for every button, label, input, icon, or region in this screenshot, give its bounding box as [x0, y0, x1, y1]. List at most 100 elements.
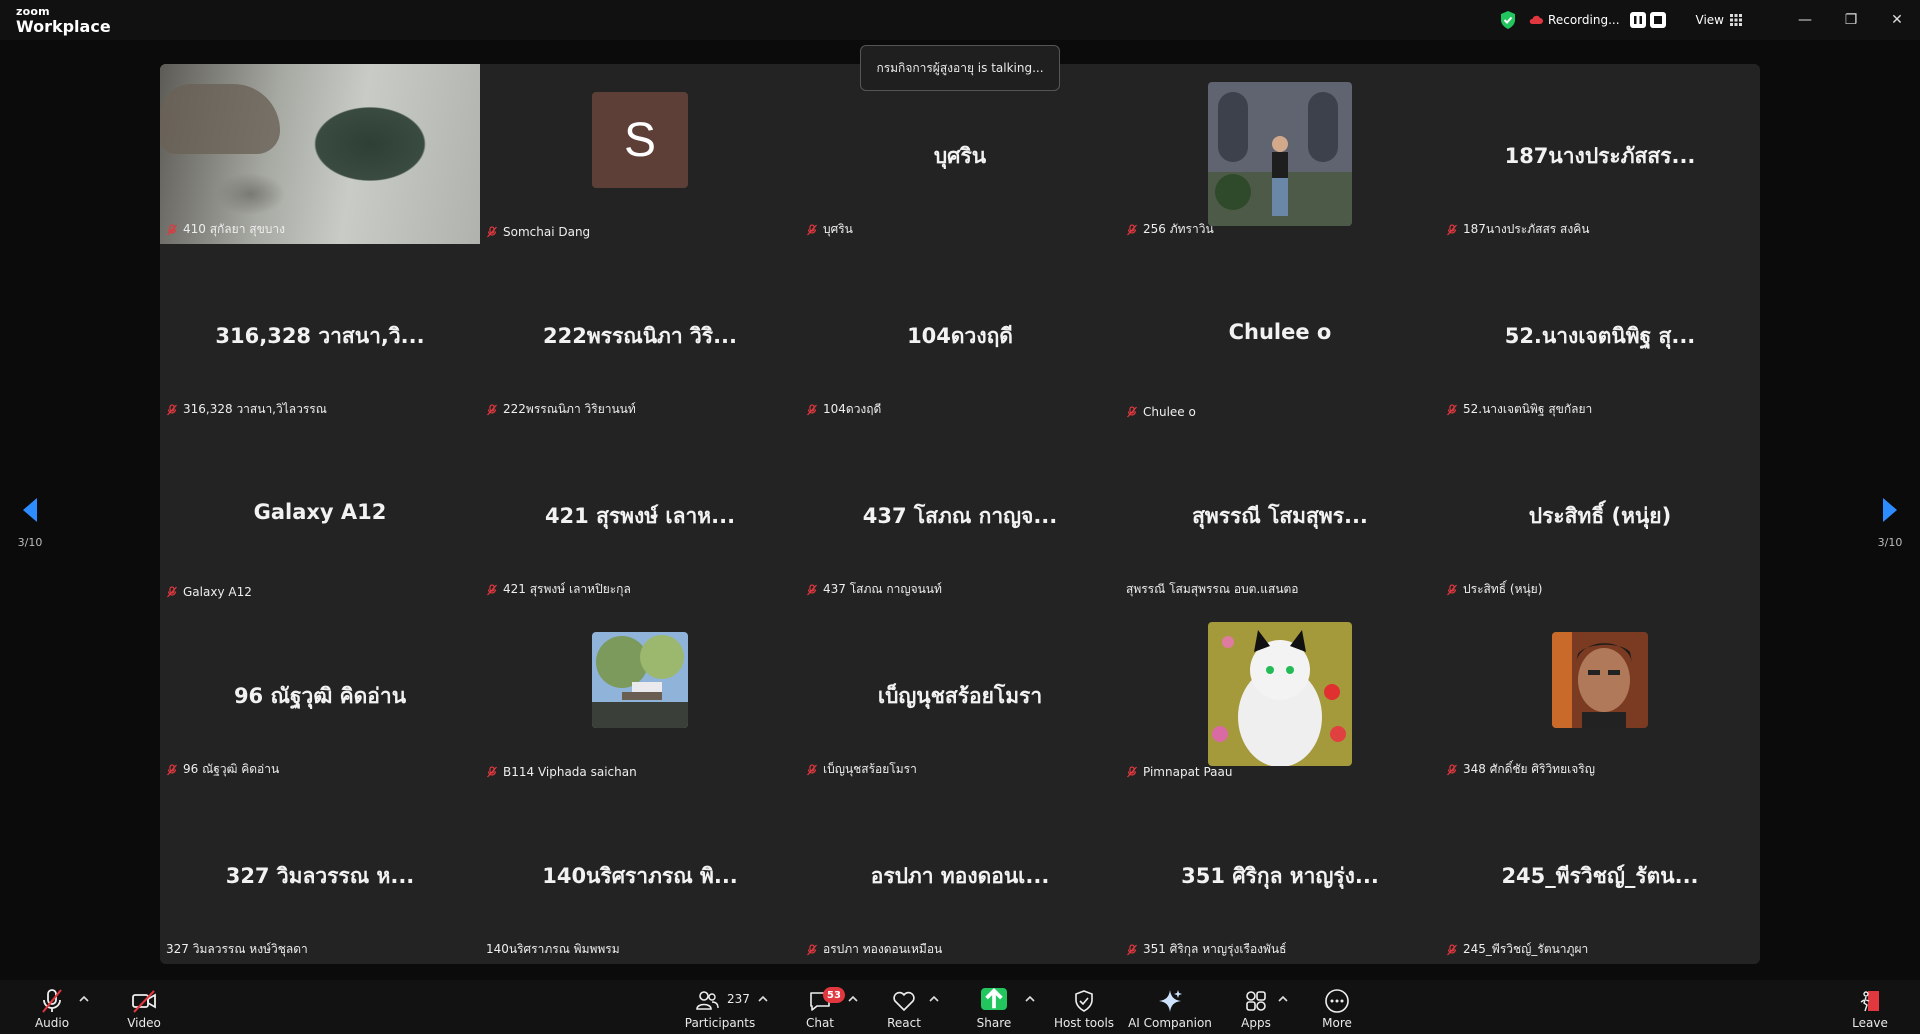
participant-tile[interactable]: Pimnapat Paau: [1120, 604, 1440, 784]
participant-display-name: 316,328 วาสนา,วิ...: [215, 324, 425, 348]
participants-options-caret-icon[interactable]: [757, 994, 769, 1004]
participant-name-label: 96 ณัฐวุฒิ คิดอ่าน: [166, 760, 279, 779]
recording-indicator[interactable]: Recording...: [1529, 12, 1666, 28]
apps-options-caret-icon[interactable]: [1277, 994, 1289, 1004]
cloud-recording-icon: [1529, 15, 1544, 24]
participant-name-label: 52.นางเจตนิพิฐ สุขกัลยา: [1446, 400, 1592, 419]
participant-display-name: 222พรรณนิภา วิริ...: [542, 324, 738, 348]
participant-tile[interactable]: 245_พีรวิชญ์_รัตน... 245_พีรวิชญ์_รัตนาภู…: [1440, 784, 1760, 964]
participant-tile[interactable]: 316,328 วาสนา,วิ... 316,328 วาสนา,วิไลวรร…: [160, 244, 480, 424]
participant-tile[interactable]: เบ็ญนุชสร้อยโมรา เบ็ญนุชสร้อยโมรา: [800, 604, 1120, 784]
mic-muted-icon: [1447, 223, 1457, 235]
participant-name: 327 วิมลวรรณ หงษ์วิชุลดา: [166, 942, 308, 956]
participant-name: 104ดวงฤดี: [823, 402, 882, 416]
restore-button[interactable]: ❐: [1828, 0, 1874, 40]
participant-name-label: 421 สุรพงษ์ เลาหปิยะกุล: [486, 580, 631, 599]
mic-muted-icon: [167, 223, 177, 235]
arrow-right-icon[interactable]: [1881, 496, 1899, 524]
participant-name-label: 222พรรณนิภา วิริยานนท์: [486, 400, 636, 419]
participant-tile[interactable]: บุศริน บุศริน: [800, 64, 1120, 244]
participant-tile[interactable]: 327 วิมลวรรณ ห... 327 วิมลวรรณ หงษ์วิชุลด…: [160, 784, 480, 964]
ai-companion-button[interactable]: AI Companion: [1122, 988, 1218, 1034]
participant-tile[interactable]: 187นางประภัสสร... 187นางประภัสสร สงคิน: [1440, 64, 1760, 244]
participant-tile[interactable]: 256 ภัทราวิน: [1120, 64, 1440, 244]
participant-display-name: เบ็ญนุชสร้อยโมรา: [877, 684, 1043, 708]
participants-button[interactable]: Participants: [670, 988, 770, 1034]
participant-name: 410 สุกัลยา สุขบาง: [183, 222, 285, 236]
stop-icon: [1653, 16, 1662, 24]
mic-muted-icon: [807, 763, 817, 775]
participant-tile[interactable]: B114 Viphada saichan: [480, 604, 800, 784]
share-button[interactable]: Share: [954, 988, 1034, 1034]
participant-name-label: Somchai Dang: [486, 225, 590, 239]
participant-tile[interactable]: 410 สุกัลยา สุขบาง: [160, 64, 480, 244]
shield-icon[interactable]: [1499, 10, 1517, 30]
close-button[interactable]: ✕: [1874, 0, 1920, 40]
participant-name-label: 256 ภัทราวิน: [1126, 220, 1214, 239]
participant-name: เบ็ญนุชสร้อยโมรา: [823, 762, 917, 776]
participant-name-label: 437 โสภณ กาญจนนท์: [806, 580, 942, 599]
view-button[interactable]: View: [1696, 13, 1742, 27]
react-options-caret-icon[interactable]: [928, 994, 940, 1004]
participant-tile[interactable]: ประสิทธิ์ (หนุ่ย) ประสิทธิ์ (หนุ่ย): [1440, 424, 1760, 604]
leave-button[interactable]: Leave: [1830, 988, 1910, 1034]
participant-name-label: 187นางประภัสสร สงคิน: [1446, 220, 1589, 239]
participant-tile[interactable]: 437 โสภณ กาญจ... 437 โสภณ กาญจนนท์: [800, 424, 1120, 604]
participants-icon: [696, 991, 719, 1010]
mic-muted-icon: [487, 226, 497, 238]
participant-name-label: บุศริน: [806, 220, 853, 239]
participant-tile[interactable]: Galaxy A12 Galaxy A12: [160, 424, 480, 604]
participant-tile[interactable]: S Somchai Dang: [480, 64, 800, 244]
participant-tile[interactable]: 351 ศิริกุล หาญรุ่ง... 351 ศิริกุล หาญรุ่…: [1120, 784, 1440, 964]
participant-tile[interactable]: สุพรรณี โสมสุพร... สุพรรณี โสมสุพรรณ อบต.…: [1120, 424, 1440, 604]
grid-icon: [1730, 14, 1742, 26]
participant-name: 437 โสภณ กาญจนนท์: [823, 582, 942, 596]
chat-unread-badge: 53: [823, 987, 845, 1003]
prev-page-nav[interactable]: 3/10: [5, 496, 55, 549]
participant-tile[interactable]: Chulee o Chulee o: [1120, 244, 1440, 424]
stop-recording-button[interactable]: [1649, 12, 1666, 28]
host-tools-button[interactable]: Host tools: [1044, 988, 1124, 1034]
participant-display-name: 245_พีรวิชญ์_รัตน...: [1501, 864, 1699, 888]
participant-profile-photo: [1552, 632, 1648, 728]
title-bar: zoom Workplace Recording... View — ❐ ✕: [0, 0, 1920, 40]
recording-label: Recording...: [1548, 13, 1620, 27]
minimize-button[interactable]: —: [1782, 0, 1828, 40]
more-button[interactable]: More: [1297, 988, 1377, 1034]
pause-icon: [1633, 16, 1642, 24]
participant-name-label: 316,328 วาสนา,วิไลวรรณ: [166, 400, 327, 419]
share-options-caret-icon[interactable]: [1024, 994, 1036, 1004]
audio-options-caret-icon[interactable]: [78, 994, 90, 1004]
participant-tile[interactable]: 52.นางเจตนิพิฐ สุ... 52.นางเจตนิพิฐ สุขกั…: [1440, 244, 1760, 424]
participant-tile[interactable]: 104ดวงฤดี 104ดวงฤดี: [800, 244, 1120, 424]
arrow-left-icon[interactable]: [21, 496, 39, 524]
participant-name-label: B114 Viphada saichan: [486, 765, 637, 779]
ai-companion-label: AI Companion: [1128, 1016, 1212, 1030]
participant-name: 140นริศราภรณ พิมพพรม: [486, 942, 620, 956]
participant-display-name: 96 ณัฐวุฒิ คิดอ่าน: [233, 684, 407, 708]
participant-tile[interactable]: 222พรรณนิภา วิริ... 222พรรณนิภา วิริยานนท…: [480, 244, 800, 424]
participant-tile[interactable]: 140นริศราภรณ พิ... 140นริศราภรณ พิมพพรม: [480, 784, 800, 964]
participant-name: 256 ภัทราวิน: [1143, 222, 1214, 236]
video-button[interactable]: Video: [104, 988, 184, 1034]
mic-muted-icon: [807, 223, 817, 235]
pause-recording-button[interactable]: [1629, 12, 1646, 28]
next-page-nav[interactable]: 3/10: [1865, 496, 1915, 549]
participant-name: 96 ณัฐวุฒิ คิดอ่าน: [183, 762, 280, 776]
participant-name: Pimnapat Paau: [1143, 765, 1233, 779]
participant-tile[interactable]: อรปภา ทองดอนเ... อรปภา ทองดอนเหมือน: [800, 784, 1120, 964]
participant-name-label: 245_พีรวิชญ์_รัตนาภูผา: [1446, 940, 1588, 959]
mic-muted-icon: [1447, 403, 1457, 415]
participant-tile[interactable]: 96 ณัฐวุฒิ คิดอ่าน 96 ณัฐวุฒิ คิดอ่าน: [160, 604, 480, 784]
participant-display-name: Galaxy A12: [253, 500, 387, 524]
mic-muted-icon: [167, 403, 177, 415]
apps-icon: [1246, 991, 1266, 1011]
mic-muted-icon: [167, 763, 177, 775]
participant-display-name: บุศริน: [933, 144, 987, 168]
participant-tile[interactable]: 421 สุรพงษ์ เลาห... 421 สุรพงษ์ เลาหปิยะก…: [480, 424, 800, 604]
participant-profile-photo: [592, 632, 688, 728]
participant-tile[interactable]: 348 ศักดิ์ชัย ศิริวิทยเจริญ: [1440, 604, 1760, 784]
chat-options-caret-icon[interactable]: [847, 994, 859, 1004]
mic-muted-icon: [487, 766, 497, 778]
page-indicator-left: 3/10: [17, 536, 43, 549]
